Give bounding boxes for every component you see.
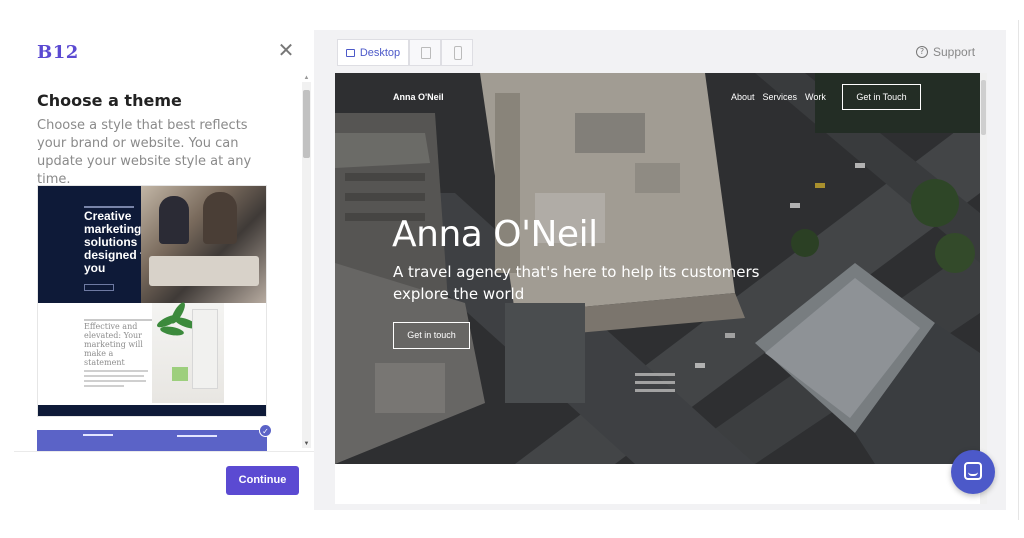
check-icon: ✓ xyxy=(259,424,272,437)
monitor-icon xyxy=(345,48,355,57)
b12-logo: B12 xyxy=(37,42,79,63)
sidebar-scrollbar-thumb[interactable] xyxy=(303,90,310,158)
preview-scrollbar[interactable] xyxy=(980,73,987,504)
scroll-down-arrow-icon[interactable]: ▼ xyxy=(302,440,311,448)
footer-divider xyxy=(14,451,314,452)
theme-card-hero: Creative marketing solutions designed fo… xyxy=(38,186,266,303)
preview-nav-services[interactable]: Services xyxy=(763,92,798,102)
theme-card-marketing[interactable]: Creative marketing solutions designed fo… xyxy=(37,185,267,417)
website-preview: Anna O'Neil About Services Work Get in T… xyxy=(335,73,980,464)
tab-desktop-label: Desktop xyxy=(359,46,401,59)
preview-scrollbar-thumb[interactable] xyxy=(981,80,986,135)
theme-card-photo xyxy=(141,186,266,303)
chat-bubble-shape xyxy=(964,462,982,480)
close-icon[interactable]: ✕ xyxy=(276,40,296,60)
support-link[interactable]: ? Support xyxy=(916,45,975,59)
window-edge-divider xyxy=(1018,20,1019,520)
preview-hero-button[interactable]: Get in touch xyxy=(393,322,470,349)
preview-nav: About Services Work xyxy=(731,92,826,102)
tab-tablet[interactable] xyxy=(409,39,441,66)
panel-description: Choose a style that best reflects your b… xyxy=(37,118,252,187)
preview-hero-title: Anna O'Neil xyxy=(392,214,598,255)
theme-sidebar: B12 ✕ Choose a theme Choose a style that… xyxy=(0,0,314,538)
theme-card-button xyxy=(84,284,114,291)
theme-card-subheadline: Effective and elevated: Your marketing w… xyxy=(84,322,143,367)
tablet-icon xyxy=(421,47,431,59)
scroll-up-arrow-icon[interactable]: ▲ xyxy=(302,74,311,82)
preview-site-name[interactable]: Anna O'Neil xyxy=(393,92,444,102)
theme-card-plant-image xyxy=(152,300,224,403)
preview-nav-work[interactable]: Work xyxy=(805,92,826,102)
theme-card-second[interactable] xyxy=(37,430,267,452)
preview-hero-subtitle: A travel agency that's here to help its … xyxy=(393,263,760,303)
panel-heading: Choose a theme xyxy=(37,91,182,110)
theme-card-kicker xyxy=(84,206,134,208)
mobile-icon xyxy=(454,46,462,60)
preview-below-fold xyxy=(335,464,980,504)
theme-card-section: Effective and elevated: Your marketing w… xyxy=(38,300,266,416)
theme-picker-app: B12 ✕ Choose a theme Choose a style that… xyxy=(0,0,1024,538)
chat-icon[interactable] xyxy=(951,450,995,494)
support-label: Support xyxy=(933,45,976,59)
help-circle-icon: ? xyxy=(916,46,928,58)
theme-card-footer xyxy=(38,405,266,416)
preview-nav-about[interactable]: About xyxy=(731,92,755,102)
theme-card-body-lines xyxy=(84,370,148,390)
tab-mobile[interactable] xyxy=(441,39,473,66)
preview-get-in-touch-button[interactable]: Get in Touch xyxy=(842,84,921,110)
tab-desktop[interactable]: Desktop xyxy=(337,39,409,66)
theme-card-section-kicker xyxy=(84,319,154,321)
theme-card-second-nav xyxy=(177,435,217,437)
continue-button[interactable]: Continue xyxy=(226,466,299,495)
theme-card-second-logo xyxy=(83,434,113,436)
